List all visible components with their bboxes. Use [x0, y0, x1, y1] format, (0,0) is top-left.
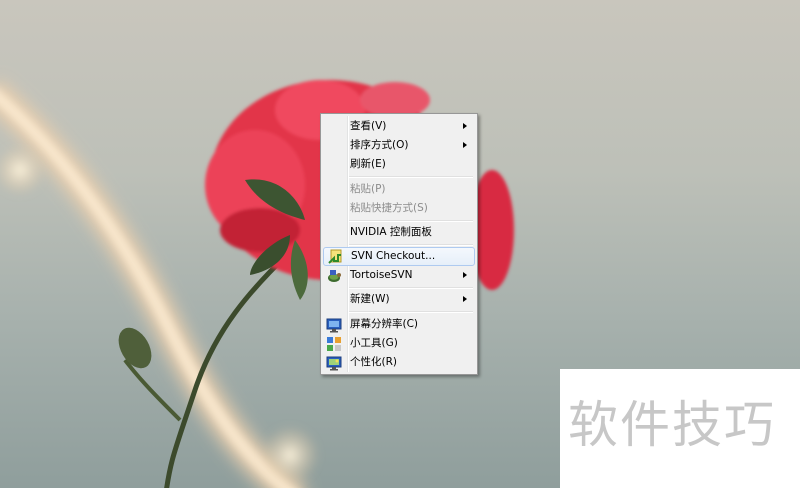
menu-separator	[349, 176, 473, 178]
menu-item-label: 刷新(E)	[350, 158, 386, 170]
menu-item-label: 小工具(G)	[350, 337, 398, 349]
menu-item-label: 粘贴快捷方式(S)	[350, 202, 428, 214]
menu-item-nvidia-control-panel[interactable]: NVIDIA 控制面板	[323, 223, 475, 242]
menu-item-label: 新建(W)	[350, 293, 390, 305]
menu-item-label: TortoiseSVN	[350, 269, 413, 281]
menu-item-svn-checkout[interactable]: SVN Checkout...	[323, 247, 475, 266]
menu-item-personalize[interactable]: 个性化(R)	[323, 353, 475, 372]
tortoisesvn-icon	[328, 270, 341, 282]
watermark: 软件技巧	[560, 369, 800, 488]
menu-item-new[interactable]: 新建(W)	[323, 290, 475, 309]
menu-item-paste[interactable]: 粘贴(P)	[323, 180, 475, 199]
menu-item-label: NVIDIA 控制面板	[350, 226, 432, 238]
watermark-text: 软件技巧	[568, 396, 776, 454]
menu-separator	[349, 220, 473, 222]
desktop-context-menu: 查看(V) 排序方式(O) 刷新(E) 粘贴(P) 粘贴快捷方式(S) NVID…	[320, 113, 478, 375]
svn-checkout-icon	[328, 249, 342, 264]
menu-separator	[349, 287, 473, 289]
menu-item-label: 粘贴(P)	[350, 183, 386, 195]
menu-item-label: 查看(V)	[350, 120, 387, 132]
screen-resolution-icon	[326, 318, 342, 333]
submenu-arrow-icon	[463, 142, 467, 148]
menu-item-tortoisesvn[interactable]: TortoiseSVN	[323, 266, 475, 285]
menu-item-view[interactable]: 查看(V)	[323, 117, 475, 136]
desktop-background[interactable]: 查看(V) 排序方式(O) 刷新(E) 粘贴(P) 粘贴快捷方式(S) NVID…	[0, 0, 800, 488]
menu-item-label: 屏幕分辨率(C)	[350, 318, 419, 330]
menu-item-label: 排序方式(O)	[350, 139, 409, 151]
gadgets-icon	[327, 337, 341, 351]
menu-item-label: 个性化(R)	[350, 356, 397, 368]
personalize-icon	[326, 356, 342, 371]
menu-item-paste-shortcut[interactable]: 粘贴快捷方式(S)	[323, 199, 475, 218]
menu-separator	[349, 244, 473, 246]
menu-item-sort-by[interactable]: 排序方式(O)	[323, 136, 475, 155]
menu-separator	[349, 311, 473, 313]
submenu-arrow-icon	[463, 272, 467, 278]
menu-item-screen-resolution[interactable]: 屏幕分辨率(C)	[323, 315, 475, 334]
submenu-arrow-icon	[463, 296, 467, 302]
menu-item-label: SVN Checkout...	[351, 250, 436, 262]
menu-item-gadgets[interactable]: 小工具(G)	[323, 334, 475, 353]
submenu-arrow-icon	[463, 123, 467, 129]
menu-item-refresh[interactable]: 刷新(E)	[323, 155, 475, 174]
